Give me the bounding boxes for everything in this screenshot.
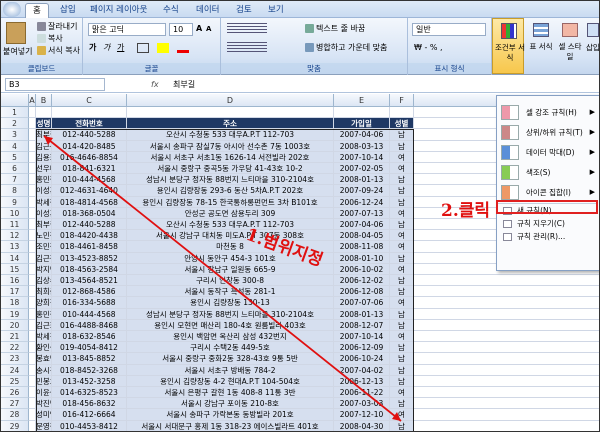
range-arrow-head xyxy=(392,412,401,421)
range-arrow-tail xyxy=(44,136,53,145)
annotation-overlay xyxy=(43,135,402,422)
step2-annotation: 2.클릭 xyxy=(441,201,491,221)
excel-window: 홈 삽입 페이지 레이아웃 수식 데이터 검토 보기 붙여넣기 잘라내기 복사 … xyxy=(0,0,600,432)
range-arrow-line xyxy=(43,135,402,422)
